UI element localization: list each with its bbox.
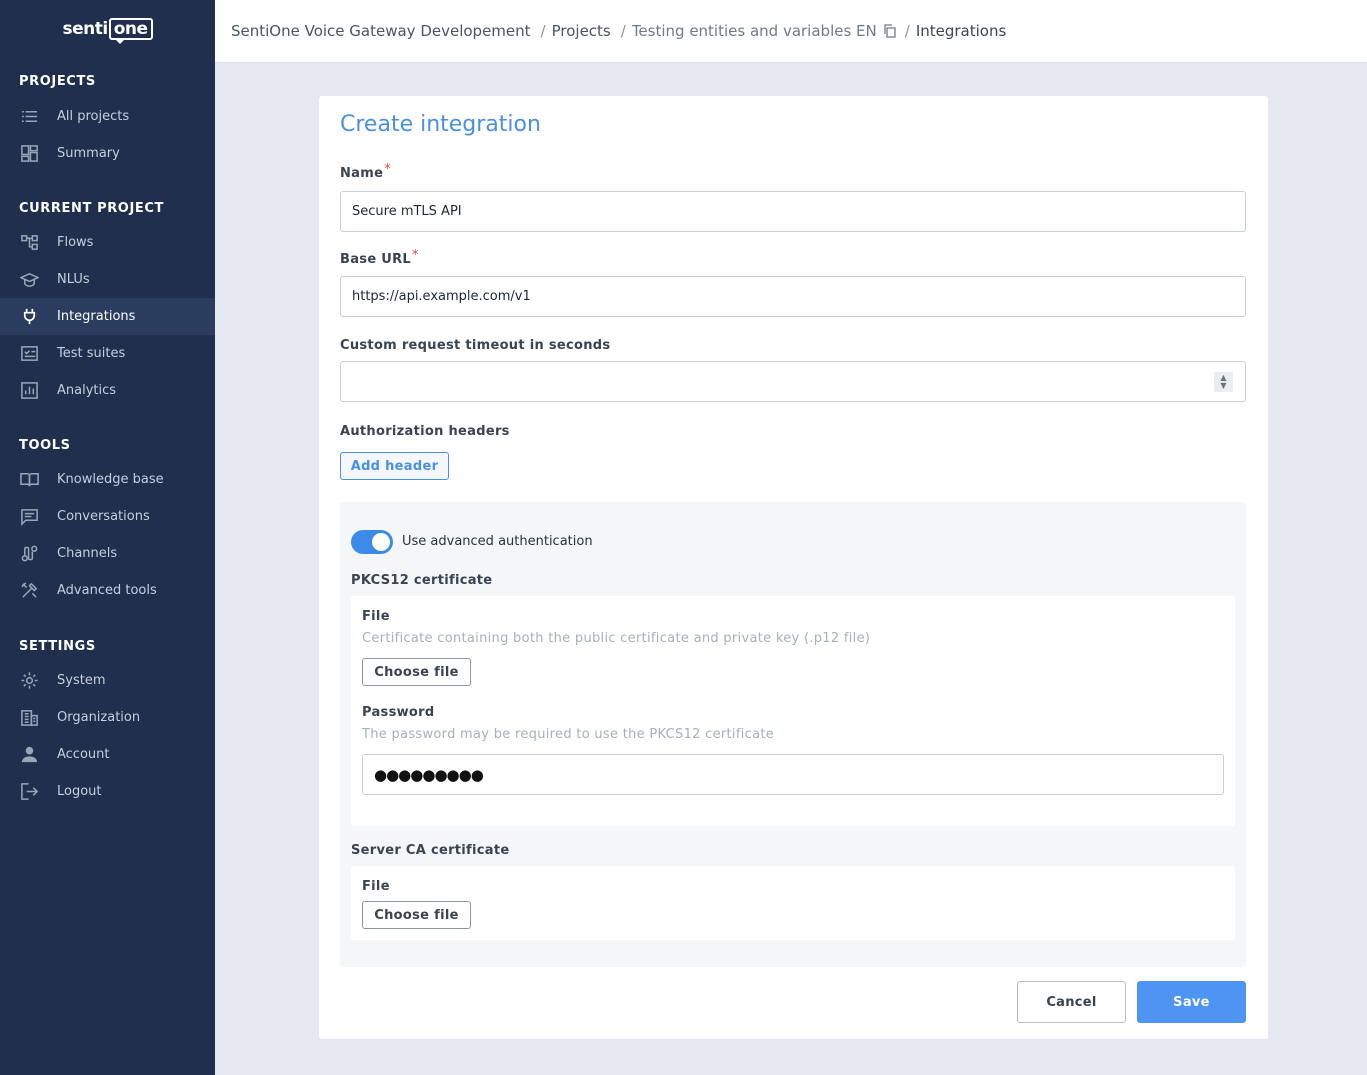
section-title-current-project: CURRENT PROJECT [19, 201, 164, 216]
section-title-settings: SETTINGS [19, 639, 96, 654]
sidebar-item-analytics[interactable]: Analytics [0, 372, 215, 409]
sidebar-item-label: Organization [57, 710, 141, 725]
timeout-input[interactable]: ▲ ▼ [340, 361, 1246, 402]
name-label-text: Name [340, 166, 384, 181]
section-title-tools: TOOLS [19, 438, 71, 453]
sidebar-item-label: Conversations [57, 509, 150, 524]
list-icon [19, 107, 39, 127]
sidebar-item-channels[interactable]: Channels [0, 535, 215, 572]
breadcrumb: SentiOne Voice Gateway Developement / Pr… [215, 0, 1367, 63]
sidebar-item-label: Summary [57, 146, 120, 161]
sidebar-item-test-suites[interactable]: Test suites [0, 335, 215, 372]
toggle-knob [372, 533, 390, 551]
sidebar-item-label: Flows [57, 235, 94, 250]
bar-chart-icon [19, 381, 39, 401]
advanced-auth-toggle[interactable] [351, 530, 393, 554]
password-hint: The password may be required to use the … [362, 727, 775, 742]
flows-icon [19, 233, 39, 253]
graduation-cap-icon [19, 270, 39, 290]
breadcrumb-project[interactable]: Testing entities and variables EN [632, 22, 877, 40]
copy-icon[interactable] [883, 24, 897, 38]
breadcrumb-current: Integrations [915, 22, 1007, 40]
advanced-auth-panel: Use advanced authentication PKCS12 certi… [340, 502, 1246, 967]
plug-icon [19, 307, 39, 327]
password-input[interactable]: ●●●●●●●●● [362, 754, 1224, 795]
chat-icon [19, 507, 39, 527]
sidebar-item-knowledge-base[interactable]: Knowledge base [0, 461, 215, 498]
required-mark: * [384, 162, 392, 177]
breadcrumb-separator: / [620, 22, 626, 40]
page-title: Create integration [340, 112, 541, 137]
sidebar-item-advanced-tools[interactable]: Advanced tools [0, 572, 215, 609]
breadcrumb-separator: / [904, 22, 910, 40]
channels-icon [19, 544, 39, 564]
chevron-down-icon[interactable]: ▼ [1220, 382, 1226, 390]
sidebar-item-summary[interactable]: Summary [0, 135, 215, 172]
sidebar-item-label: Analytics [57, 383, 117, 398]
building-icon [19, 708, 39, 728]
sidebar-item-logout[interactable]: Logout [0, 773, 215, 810]
save-button[interactable]: Save [1137, 981, 1246, 1023]
pkcs12-choose-file-button[interactable]: Choose file [362, 658, 471, 686]
sidebar-item-label: Logout [57, 784, 102, 799]
section-title-projects: PROJECTS [19, 74, 96, 89]
auth-headers-label: Authorization headers [340, 424, 510, 439]
base-url-input[interactable]: https://api.example.com/v1 [340, 276, 1246, 317]
sidebar-item-label: Channels [57, 546, 118, 561]
number-stepper[interactable]: ▲ ▼ [1214, 372, 1233, 392]
breadcrumb-separator: / [540, 22, 546, 40]
breadcrumb-projects[interactable]: Projects [552, 22, 611, 40]
base-url-label-text: Base URL [340, 252, 412, 267]
sidebar-item-label: System [57, 673, 106, 688]
sidebar-item-integrations[interactable]: Integrations [0, 298, 215, 335]
sidebar-item-system[interactable]: System [0, 662, 215, 699]
logo-text-senti: senti [62, 19, 108, 39]
pkcs12-file-label: File [362, 609, 390, 624]
breadcrumb-org[interactable]: SentiOne Voice Gateway Developement [231, 22, 531, 40]
server-ca-file-label: File [362, 879, 390, 894]
create-integration-card: Create integration Name* Secure mTLS API… [319, 96, 1268, 1039]
sidebar-item-flows[interactable]: Flows [0, 224, 215, 261]
sidebar-item-label: Integrations [57, 309, 136, 324]
sidebar-item-all-projects[interactable]: All projects [0, 98, 215, 135]
server-ca-title: Server CA certificate [351, 843, 510, 858]
pkcs12-section: File Certificate containing both the pub… [351, 596, 1235, 826]
sidebar-item-label: Account [57, 747, 110, 762]
user-icon [19, 745, 39, 765]
checklist-icon [19, 344, 39, 364]
dashboard-icon [19, 144, 39, 164]
name-label: Name* [340, 162, 391, 181]
name-input[interactable]: Secure mTLS API [340, 191, 1246, 232]
cancel-button[interactable]: Cancel [1017, 981, 1126, 1023]
timeout-label: Custom request timeout in seconds [340, 338, 611, 353]
pkcs12-title: PKCS12 certificate [351, 573, 493, 588]
sidebar-item-label: All projects [57, 109, 130, 124]
sidebar-item-organization[interactable]: Organization [0, 699, 215, 736]
password-label: Password [362, 705, 435, 720]
tools-icon [19, 581, 39, 601]
book-icon [19, 470, 39, 490]
sidebar-item-account[interactable]: Account [0, 736, 215, 773]
gear-icon [19, 671, 39, 691]
sentione-logo[interactable]: senti one [0, 18, 215, 44]
required-mark: * [412, 248, 419, 263]
server-ca-choose-file-button[interactable]: Choose file [362, 901, 471, 929]
logout-icon [19, 782, 39, 802]
base-url-label: Base URL* [340, 248, 419, 267]
add-header-button[interactable]: Add header [340, 452, 449, 480]
server-ca-section: File Choose file [351, 866, 1235, 940]
sidebar-item-conversations[interactable]: Conversations [0, 498, 215, 535]
sidebar-item-nlus[interactable]: NLUs [0, 261, 215, 298]
sidebar-item-label: NLUs [57, 272, 90, 287]
sidebar-item-label: Test suites [57, 346, 126, 361]
sidebar-item-label: Advanced tools [57, 583, 157, 598]
advanced-auth-toggle-label: Use advanced authentication [402, 534, 593, 549]
sidebar-item-label: Knowledge base [57, 472, 164, 487]
sidebar: senti one PROJECTS All projects Summary C… [0, 0, 215, 1075]
logo-text-one: one [108, 18, 153, 44]
pkcs12-file-hint: Certificate containing both the public c… [362, 631, 871, 646]
